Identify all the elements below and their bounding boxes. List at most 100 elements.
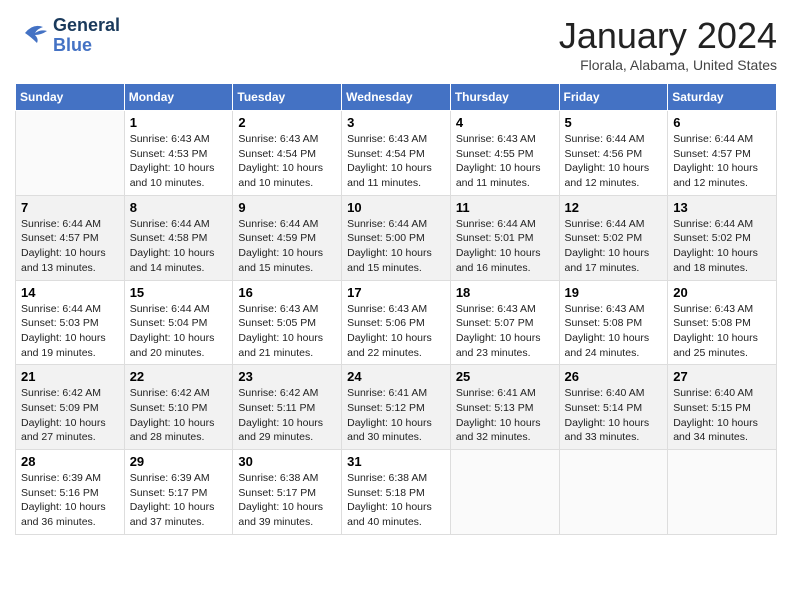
- calendar-cell: 5Sunrise: 6:44 AM Sunset: 4:56 PM Daylig…: [559, 111, 668, 196]
- day-info: Sunrise: 6:43 AM Sunset: 5:08 PM Dayligh…: [673, 302, 771, 361]
- calendar-cell: 27 Sunrise: 6:40 AM Sunset: 5:15 PM Dayli…: [668, 365, 777, 450]
- day-info: Sunrise: 6:44 AM Sunset: 5:02 PM Dayligh…: [673, 217, 771, 276]
- day-number: 3: [347, 115, 445, 130]
- calendar-header-saturday: Saturday: [668, 84, 777, 111]
- logo-general: General: [53, 16, 120, 36]
- day-number: 19: [565, 285, 663, 300]
- calendar-cell: 3 Sunrise: 6:43 AM Sunset: 4:54 PM Daylig…: [342, 111, 451, 196]
- calendar-cell: 16Sunrise: 6:43 AM Sunset: 5:05 PM Dayli…: [233, 280, 342, 365]
- day-info: Sunrise: 6:40 AM Sunset: 5:15 PM Dayligh…: [673, 386, 771, 445]
- calendar-cell: 2 Sunrise: 6:43 AM Sunset: 4:54 PM Daylig…: [233, 111, 342, 196]
- calendar-cell: 6Sunrise: 6:44 AM Sunset: 4:57 PM Daylig…: [668, 111, 777, 196]
- day-info: Sunrise: 6:43 AM Sunset: 4:53 PM Dayligh…: [130, 132, 228, 191]
- day-number: 30: [238, 454, 336, 469]
- day-info: Sunrise: 6:44 AM Sunset: 5:00 PM Dayligh…: [347, 217, 445, 276]
- day-number: 8: [130, 200, 228, 215]
- day-number: 20: [673, 285, 771, 300]
- calendar-header-friday: Friday: [559, 84, 668, 111]
- calendar-week-row: 7Sunrise: 6:44 AM Sunset: 4:57 PM Daylig…: [16, 195, 777, 280]
- day-number: 24: [347, 369, 445, 384]
- calendar-cell: 14 Sunrise: 6:44 AM Sunset: 5:03 PM Dayli…: [16, 280, 125, 365]
- day-info: Sunrise: 6:41 AM Sunset: 5:13 PM Dayligh…: [456, 386, 554, 445]
- calendar-cell: 26 Sunrise: 6:40 AM Sunset: 5:14 PM Dayli…: [559, 365, 668, 450]
- day-number: 15: [130, 285, 228, 300]
- day-number: 21: [21, 369, 119, 384]
- day-number: 4: [456, 115, 554, 130]
- day-info: Sunrise: 6:41 AM Sunset: 5:12 PM Dayligh…: [347, 386, 445, 445]
- day-number: 27: [673, 369, 771, 384]
- calendar-cell: 1 Sunrise: 6:43 AM Sunset: 4:53 PM Daylig…: [124, 111, 233, 196]
- calendar-header-thursday: Thursday: [450, 84, 559, 111]
- calendar-cell: 17 Sunrise: 6:43 AM Sunset: 5:06 PM Dayli…: [342, 280, 451, 365]
- day-number: 11: [456, 200, 554, 215]
- calendar-cell: 29Sunrise: 6:39 AM Sunset: 5:17 PM Dayli…: [124, 450, 233, 535]
- day-info: Sunrise: 6:42 AM Sunset: 5:09 PM Dayligh…: [21, 386, 119, 445]
- logo-bird-icon: [15, 15, 51, 56]
- day-info: Sunrise: 6:43 AM Sunset: 4:54 PM Dayligh…: [347, 132, 445, 191]
- logo-blue: Blue: [53, 36, 120, 56]
- day-info: Sunrise: 6:44 AM Sunset: 5:03 PM Dayligh…: [21, 302, 119, 361]
- day-number: 12: [565, 200, 663, 215]
- day-info: Sunrise: 6:40 AM Sunset: 5:14 PM Dayligh…: [565, 386, 663, 445]
- calendar-cell: 19 Sunrise: 6:43 AM Sunset: 5:08 PM Dayli…: [559, 280, 668, 365]
- calendar-cell: 10 Sunrise: 6:44 AM Sunset: 5:00 PM Dayli…: [342, 195, 451, 280]
- day-info: Sunrise: 6:44 AM Sunset: 4:58 PM Dayligh…: [130, 217, 228, 276]
- day-info: Sunrise: 6:43 AM Sunset: 5:08 PM Dayligh…: [565, 302, 663, 361]
- day-number: 6: [673, 115, 771, 130]
- calendar-subtitle: Florala, Alabama, United States: [559, 57, 777, 73]
- calendar-week-row: 1 Sunrise: 6:43 AM Sunset: 4:53 PM Daylig…: [16, 111, 777, 196]
- calendar-header-wednesday: Wednesday: [342, 84, 451, 111]
- calendar-cell: 21 Sunrise: 6:42 AM Sunset: 5:09 PM Dayli…: [16, 365, 125, 450]
- day-number: 18: [456, 285, 554, 300]
- day-info: Sunrise: 6:43 AM Sunset: 5:06 PM Dayligh…: [347, 302, 445, 361]
- calendar-cell: 18 Sunrise: 6:43 AM Sunset: 5:07 PM Dayli…: [450, 280, 559, 365]
- day-number: 17: [347, 285, 445, 300]
- day-number: 13: [673, 200, 771, 215]
- calendar-cell: 8 Sunrise: 6:44 AM Sunset: 4:58 PM Daylig…: [124, 195, 233, 280]
- day-number: 1: [130, 115, 228, 130]
- day-number: 7: [21, 200, 119, 215]
- day-info: Sunrise: 6:42 AM Sunset: 5:10 PM Dayligh…: [130, 386, 228, 445]
- title-block: January 2024 Florala, Alabama, United St…: [559, 15, 777, 73]
- calendar-cell: 4Sunrise: 6:43 AM Sunset: 4:55 PM Daylig…: [450, 111, 559, 196]
- calendar-cell: [559, 450, 668, 535]
- day-info: Sunrise: 6:43 AM Sunset: 5:07 PM Dayligh…: [456, 302, 554, 361]
- day-info: Sunrise: 6:43 AM Sunset: 4:54 PM Dayligh…: [238, 132, 336, 191]
- calendar-header-sunday: Sunday: [16, 84, 125, 111]
- calendar-header-monday: Monday: [124, 84, 233, 111]
- calendar-cell: 7Sunrise: 6:44 AM Sunset: 4:57 PM Daylig…: [16, 195, 125, 280]
- day-number: 29: [130, 454, 228, 469]
- day-info: Sunrise: 6:44 AM Sunset: 5:04 PM Dayligh…: [130, 302, 228, 361]
- day-number: 31: [347, 454, 445, 469]
- calendar-title: January 2024: [559, 15, 777, 57]
- calendar-cell: [16, 111, 125, 196]
- logo: General Blue: [15, 15, 120, 56]
- day-number: 25: [456, 369, 554, 384]
- calendar-cell: [668, 450, 777, 535]
- day-info: Sunrise: 6:44 AM Sunset: 4:56 PM Dayligh…: [565, 132, 663, 191]
- day-info: Sunrise: 6:39 AM Sunset: 5:16 PM Dayligh…: [21, 471, 119, 530]
- calendar-header-row: SundayMondayTuesdayWednesdayThursdayFrid…: [16, 84, 777, 111]
- logo-text: General Blue: [53, 16, 120, 56]
- calendar-cell: 9Sunrise: 6:44 AM Sunset: 4:59 PM Daylig…: [233, 195, 342, 280]
- calendar-cell: 28Sunrise: 6:39 AM Sunset: 5:16 PM Dayli…: [16, 450, 125, 535]
- day-number: 9: [238, 200, 336, 215]
- day-number: 26: [565, 369, 663, 384]
- calendar-cell: 24 Sunrise: 6:41 AM Sunset: 5:12 PM Dayli…: [342, 365, 451, 450]
- day-info: Sunrise: 6:42 AM Sunset: 5:11 PM Dayligh…: [238, 386, 336, 445]
- day-info: Sunrise: 6:38 AM Sunset: 5:18 PM Dayligh…: [347, 471, 445, 530]
- day-number: 23: [238, 369, 336, 384]
- calendar-header-tuesday: Tuesday: [233, 84, 342, 111]
- day-number: 2: [238, 115, 336, 130]
- calendar-cell: 30Sunrise: 6:38 AM Sunset: 5:17 PM Dayli…: [233, 450, 342, 535]
- day-info: Sunrise: 6:44 AM Sunset: 5:01 PM Dayligh…: [456, 217, 554, 276]
- calendar-cell: 23 Sunrise: 6:42 AM Sunset: 5:11 PM Dayli…: [233, 365, 342, 450]
- calendar-cell: 13 Sunrise: 6:44 AM Sunset: 5:02 PM Dayli…: [668, 195, 777, 280]
- day-number: 22: [130, 369, 228, 384]
- calendar-cell: 20 Sunrise: 6:43 AM Sunset: 5:08 PM Dayli…: [668, 280, 777, 365]
- calendar-week-row: 21 Sunrise: 6:42 AM Sunset: 5:09 PM Dayli…: [16, 365, 777, 450]
- day-number: 10: [347, 200, 445, 215]
- calendar-cell: 25 Sunrise: 6:41 AM Sunset: 5:13 PM Dayli…: [450, 365, 559, 450]
- calendar-cell: 12Sunrise: 6:44 AM Sunset: 5:02 PM Dayli…: [559, 195, 668, 280]
- day-number: 14: [21, 285, 119, 300]
